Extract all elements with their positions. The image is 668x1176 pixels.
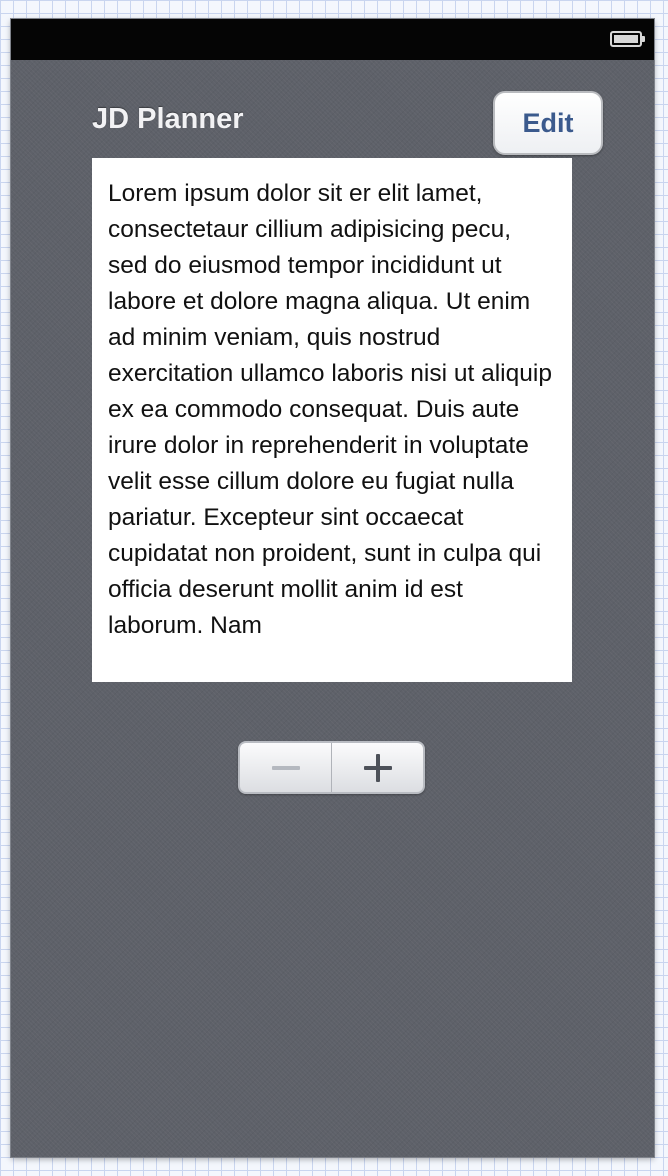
device-screen: JD Planner Edit Lorem ipsum dolor sit er… — [11, 19, 654, 1157]
battery-icon — [610, 31, 645, 47]
text-view[interactable]: Lorem ipsum dolor sit er elit lamet, con… — [92, 158, 572, 682]
minus-icon — [271, 765, 300, 770]
status-bar — [11, 19, 654, 60]
stepper-decrement-button[interactable] — [240, 743, 331, 792]
plus-icon — [363, 753, 392, 782]
edit-button[interactable]: Edit — [493, 91, 603, 155]
page-title: JD Planner — [92, 103, 244, 135]
stepper-increment-button[interactable] — [332, 743, 423, 792]
stepper[interactable] — [238, 741, 425, 794]
